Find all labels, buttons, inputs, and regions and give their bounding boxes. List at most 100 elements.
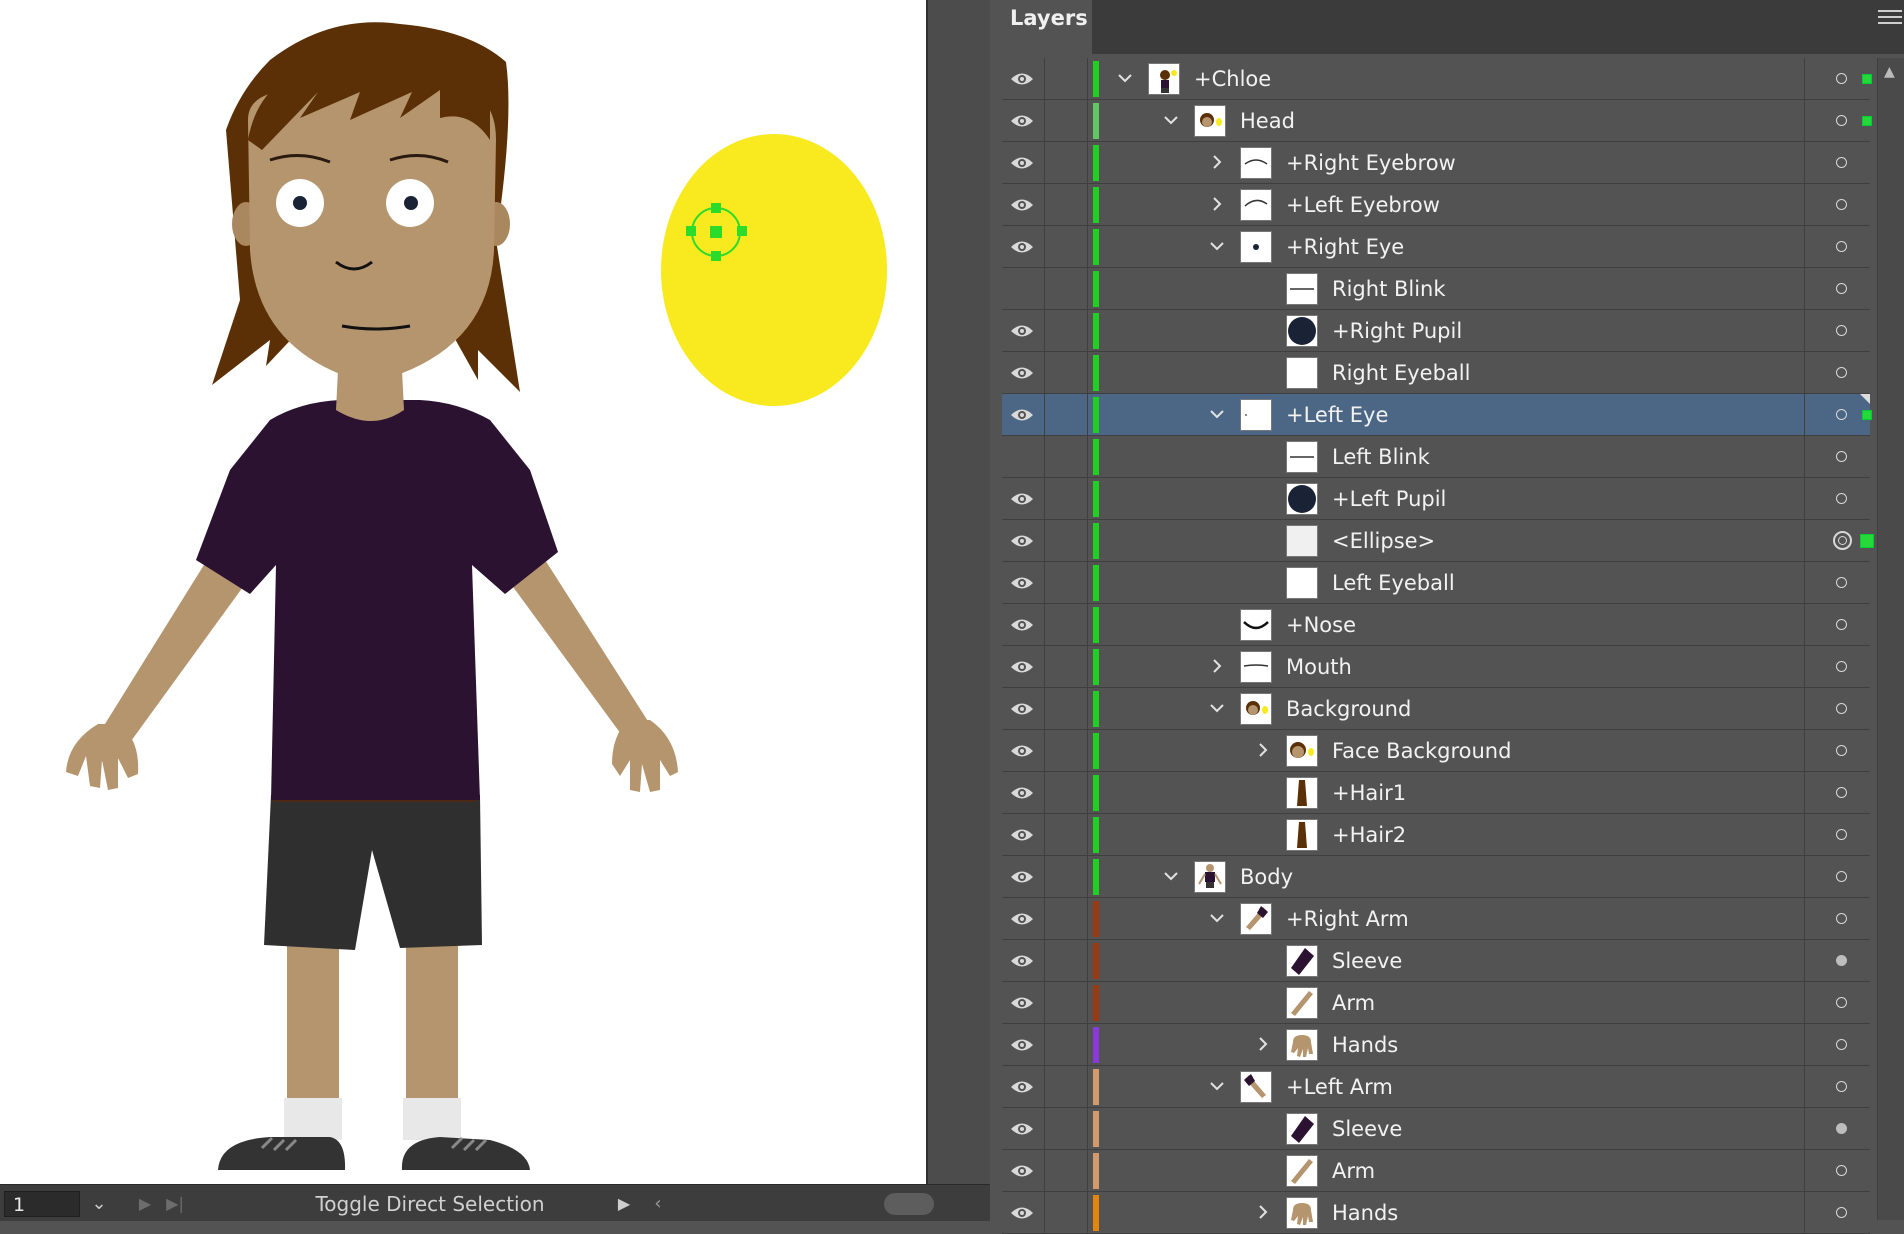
layer-row[interactable]: +Right Eye (1002, 226, 1870, 268)
lock-toggle[interactable] (1045, 562, 1088, 603)
chevron-down-icon[interactable] (1206, 235, 1228, 257)
lock-toggle[interactable] (1045, 730, 1088, 771)
lock-toggle[interactable] (1045, 310, 1088, 351)
layer-row[interactable]: +Chloe (1002, 58, 1872, 100)
layer-name[interactable]: Sleeve (1332, 940, 1402, 982)
lock-toggle[interactable] (1045, 520, 1088, 561)
layer-name[interactable]: Arm (1332, 1150, 1375, 1192)
eye-icon[interactable] (1010, 953, 1034, 973)
eye-icon[interactable] (1010, 407, 1034, 427)
visibility-toggle[interactable] (1002, 1066, 1045, 1107)
eye-icon[interactable] (1010, 1037, 1034, 1057)
layer-name[interactable]: Right Eyeball (1332, 352, 1470, 394)
target-circle-icon[interactable] (1836, 787, 1847, 798)
layer-row[interactable]: Background (1002, 688, 1870, 730)
visibility-toggle[interactable] (1002, 604, 1045, 645)
layer-name[interactable]: Arm (1332, 982, 1375, 1024)
chevron-right-icon[interactable] (1206, 655, 1228, 677)
target-circle-icon[interactable] (1836, 409, 1847, 420)
eye-icon[interactable] (1010, 617, 1034, 637)
layer-name[interactable]: Left Eyeball (1332, 562, 1455, 604)
layer-name[interactable]: Hands (1332, 1024, 1398, 1066)
layer-name[interactable]: Background (1286, 688, 1411, 730)
visibility-toggle[interactable] (1002, 940, 1045, 981)
target-circle-icon[interactable] (1836, 115, 1847, 126)
lock-toggle[interactable] (1045, 772, 1088, 813)
layer-row[interactable]: Hands (1002, 1192, 1870, 1234)
zoom-dropdown-chevron-icon[interactable]: ⌄ (84, 1191, 114, 1217)
layer-name[interactable]: Mouth (1286, 646, 1352, 688)
lock-toggle[interactable] (1045, 58, 1088, 99)
visibility-toggle[interactable] (1002, 1108, 1045, 1149)
layer-row[interactable]: Right Eyeball (1002, 352, 1870, 394)
chevron-down-icon[interactable] (1114, 67, 1136, 89)
target-circle-icon[interactable] (1836, 829, 1847, 840)
layer-name[interactable]: Left Blink (1332, 436, 1430, 478)
selection-indicator[interactable] (1862, 74, 1872, 84)
lock-toggle[interactable] (1045, 436, 1088, 477)
chevron-right-icon[interactable] (1252, 1033, 1274, 1055)
layer-row[interactable]: +Right Pupil (1002, 310, 1870, 352)
lock-toggle[interactable] (1045, 394, 1088, 435)
eye-icon[interactable] (1010, 575, 1034, 595)
layer-row[interactable]: Sleeve (1002, 940, 1870, 982)
lock-toggle[interactable] (1045, 856, 1088, 897)
lock-toggle[interactable] (1045, 352, 1088, 393)
chevron-down-icon[interactable] (1206, 403, 1228, 425)
eye-icon[interactable] (1010, 995, 1034, 1015)
lock-toggle[interactable] (1045, 1108, 1088, 1149)
target-circle-icon[interactable] (1836, 367, 1847, 378)
lock-toggle[interactable] (1045, 100, 1088, 141)
target-circle-icon[interactable] (1836, 661, 1847, 672)
lock-toggle[interactable] (1045, 478, 1088, 519)
selection-indicator[interactable] (1862, 410, 1872, 420)
lock-toggle[interactable] (1045, 940, 1088, 981)
target-circle-icon[interactable] (1836, 199, 1847, 210)
lock-toggle[interactable] (1045, 142, 1088, 183)
eye-icon[interactable] (1010, 155, 1034, 175)
target-circle-icon[interactable] (1836, 955, 1847, 966)
layer-row[interactable]: +Hair2 (1002, 814, 1870, 856)
chevron-right-icon[interactable] (1252, 739, 1274, 761)
target-circle-icon[interactable] (1836, 241, 1847, 252)
horizontal-scrollbar-thumb[interactable] (884, 1193, 934, 1215)
visibility-toggle[interactable] (1002, 520, 1045, 561)
lock-toggle[interactable] (1045, 646, 1088, 687)
layer-row[interactable]: Left Eyeball (1002, 562, 1870, 604)
layer-name[interactable]: +Right Arm (1286, 898, 1409, 940)
visibility-toggle[interactable] (1002, 394, 1045, 435)
layer-row[interactable]: Arm (1002, 1150, 1870, 1192)
layer-name[interactable]: Face Background (1332, 730, 1511, 772)
visibility-toggle[interactable] (1002, 772, 1045, 813)
eye-icon[interactable] (1010, 71, 1034, 91)
chevron-down-icon[interactable] (1206, 1075, 1228, 1097)
target-circle-icon[interactable] (1836, 619, 1847, 630)
eye-icon[interactable] (1010, 197, 1034, 217)
target-circle-icon[interactable] (1836, 871, 1847, 882)
target-circle-icon[interactable] (1836, 1039, 1847, 1050)
lock-toggle[interactable] (1045, 1024, 1088, 1065)
layer-row[interactable]: Mouth (1002, 646, 1870, 688)
layer-row[interactable]: +Nose (1002, 604, 1870, 646)
scroll-up-icon[interactable]: ▲ (1884, 64, 1895, 80)
layer-row[interactable]: +Left Arm (1002, 1066, 1870, 1108)
lock-toggle[interactable] (1045, 1150, 1088, 1191)
layer-name[interactable]: +Right Eye (1286, 226, 1404, 268)
eye-icon[interactable] (1010, 659, 1034, 679)
visibility-toggle[interactable] (1002, 352, 1045, 393)
status-menu-arrow-icon[interactable]: ▶ (612, 1191, 636, 1217)
chevron-down-icon[interactable] (1160, 865, 1182, 887)
layer-name[interactable]: +Chloe (1194, 58, 1271, 100)
lock-toggle[interactable] (1045, 688, 1088, 729)
target-circle-icon[interactable] (1836, 1123, 1847, 1134)
lock-toggle[interactable] (1045, 982, 1088, 1023)
lock-toggle[interactable] (1045, 268, 1088, 309)
chevron-right-icon[interactable] (1206, 193, 1228, 215)
layer-row[interactable]: Left Blink (1002, 436, 1870, 478)
eye-icon[interactable] (1010, 869, 1034, 889)
eye-icon[interactable] (1010, 827, 1034, 847)
chevron-down-icon[interactable] (1160, 109, 1182, 131)
layer-row[interactable]: +Hair1 (1002, 772, 1870, 814)
tab-layers[interactable]: Layers (990, 0, 1092, 54)
eye-icon[interactable] (1010, 1163, 1034, 1183)
